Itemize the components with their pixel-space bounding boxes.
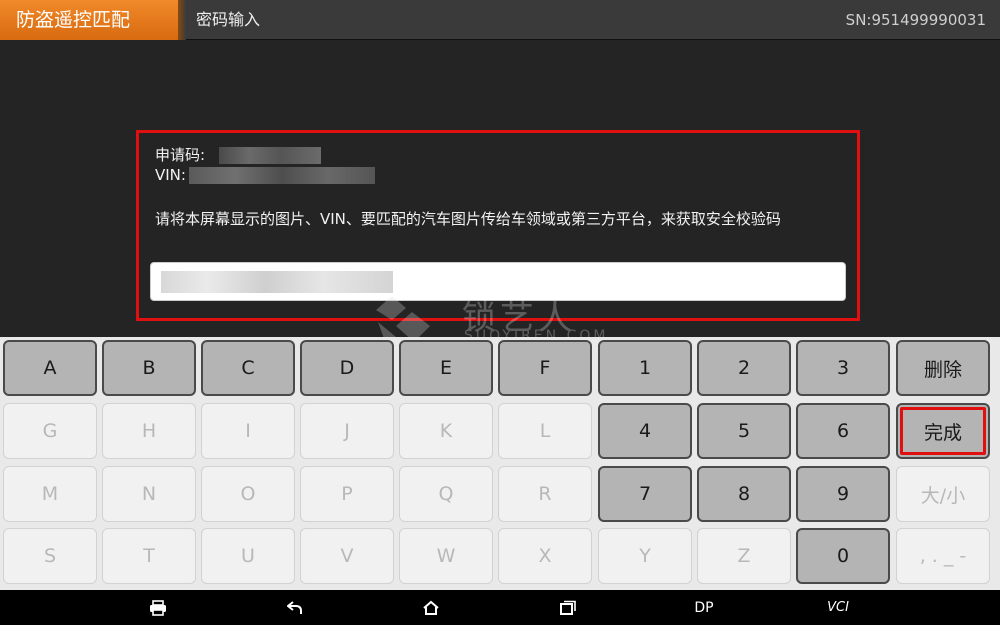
- key-n: N: [102, 466, 196, 522]
- instruction-text: 请将本屏幕显示的图片、VIN、要匹配的汽车图片传给车领域或第三方平台，来获取安全…: [155, 210, 781, 228]
- key-z: Z: [697, 528, 791, 584]
- key-v: V: [300, 528, 394, 584]
- key-six[interactable]: 6: [796, 403, 890, 459]
- printer-icon: [150, 599, 166, 616]
- key-zero[interactable]: 0: [796, 528, 890, 584]
- back-button[interactable]: [265, 590, 325, 625]
- punctuation-key: , . _ -: [896, 528, 990, 584]
- on-screen-keyboard: A B C D E F 1 2 3 删除 G H I J K L 4 5 6 完成 M N O P Q R 7 8 9 大/小 S T U V W X…: [0, 337, 1000, 590]
- breadcrumb: 密码输入: [196, 10, 261, 29]
- back-icon: [287, 600, 302, 614]
- key-five[interactable]: 5: [697, 403, 791, 459]
- recent-apps-button[interactable]: [538, 590, 598, 625]
- security-code-input[interactable]: [150, 262, 846, 301]
- key-four[interactable]: 4: [598, 403, 692, 459]
- system-nav-bar: DP VCI: [0, 590, 1000, 625]
- key-three[interactable]: 3: [796, 340, 890, 396]
- key-y: Y: [598, 528, 692, 584]
- request-code-value-redacted: [219, 147, 321, 164]
- key-two[interactable]: 2: [697, 340, 791, 396]
- printer-button[interactable]: [128, 590, 188, 625]
- key-h: H: [102, 403, 196, 459]
- app-window: 防盗遥控匹配 密码输入 SN:951499990031 申请码: VIN: 请将…: [0, 0, 1000, 625]
- key-x: X: [498, 528, 592, 584]
- app-title: 防盗遥控匹配: [0, 0, 178, 40]
- key-q: Q: [399, 466, 493, 522]
- vin-label: VIN:: [155, 166, 186, 184]
- key-e[interactable]: E: [399, 340, 493, 396]
- key-nine[interactable]: 9: [796, 466, 890, 522]
- serial-number: SN:951499990031: [845, 11, 986, 29]
- done-key[interactable]: 完成: [896, 403, 990, 459]
- key-w: W: [399, 528, 493, 584]
- case-toggle-key: 大/小: [896, 466, 990, 522]
- key-d[interactable]: D: [300, 340, 394, 396]
- key-o: O: [201, 466, 295, 522]
- vin-value-redacted: [189, 167, 375, 184]
- key-u: U: [201, 528, 295, 584]
- key-c[interactable]: C: [201, 340, 295, 396]
- key-g: G: [3, 403, 97, 459]
- key-eight[interactable]: 8: [697, 466, 791, 522]
- home-icon: [423, 600, 439, 615]
- key-seven[interactable]: 7: [598, 466, 692, 522]
- key-b[interactable]: B: [102, 340, 196, 396]
- key-s: S: [3, 528, 97, 584]
- key-r: R: [498, 466, 592, 522]
- title-separator: [178, 0, 186, 40]
- key-k: K: [399, 403, 493, 459]
- key-i: I: [201, 403, 295, 459]
- key-one[interactable]: 1: [598, 340, 692, 396]
- key-a[interactable]: A: [3, 340, 97, 396]
- vci-button[interactable]: VCI: [808, 590, 868, 625]
- password-dialog: 申请码: VIN: 请将本屏幕显示的图片、VIN、要匹配的汽车图片传给车领域或第…: [136, 130, 860, 321]
- key-p: P: [300, 466, 394, 522]
- recent-apps-icon: [560, 600, 576, 615]
- request-code-label: 申请码:: [155, 146, 206, 164]
- key-t: T: [102, 528, 196, 584]
- key-j: J: [300, 403, 394, 459]
- key-m: M: [3, 466, 97, 522]
- key-f[interactable]: F: [498, 340, 592, 396]
- header-bar: 防盗遥控匹配 密码输入 SN:951499990031: [0, 0, 1000, 40]
- delete-key[interactable]: 删除: [896, 340, 990, 396]
- home-button[interactable]: [401, 590, 461, 625]
- key-l: L: [498, 403, 592, 459]
- dp-button[interactable]: DP: [674, 590, 734, 625]
